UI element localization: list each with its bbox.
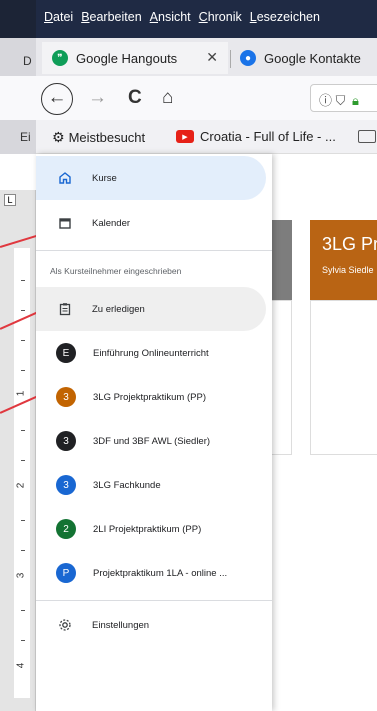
tab-label: Google Kontakte <box>264 50 361 66</box>
ruler-tick <box>21 520 25 521</box>
bookmark-croatia[interactable]: ▶ Croatia - Full of Life - ... <box>176 129 336 144</box>
drawer-item-label: Projektpraktikum 1LA - online ... <box>93 567 228 579</box>
ruler-number: 3 <box>15 572 27 579</box>
drawer-item-label: Einführung Onlineunterricht <box>93 347 209 359</box>
reload-button[interactable]: C <box>128 86 142 110</box>
section-label: Als Kursteilnehmer eingeschrieben <box>50 266 182 276</box>
drawer-item-class[interactable]: 2 2LI Projektpraktikum (PP) <box>36 507 266 551</box>
drawer-item-label: 3DF und 3BF AWL (Siedler) <box>93 435 211 447</box>
folder-icon[interactable] <box>358 130 376 143</box>
bookmarks-stub-label: Ei <box>20 130 31 144</box>
tab-stub[interactable]: D <box>0 38 36 76</box>
ruler-number: 2 <box>15 482 27 489</box>
class-avatar: P <box>56 563 76 583</box>
drawer-item-class[interactable]: 3 3LG Projektpraktikum (PP) <box>36 375 266 419</box>
class-avatar: 3 <box>56 475 76 495</box>
bookmark-label: Meistbesucht <box>68 130 146 145</box>
home-icon: ⌂ <box>162 87 174 108</box>
tab-separator <box>230 50 231 68</box>
ruler-tick <box>21 610 25 611</box>
menu-items: Datei Bearbeiten Ansicht Chronik Lesezei… <box>44 10 320 24</box>
drawer-item-label: Kalender <box>92 217 131 229</box>
calendar-icon <box>56 214 74 232</box>
drawer-item-label: Kurse <box>92 172 117 184</box>
ruler-tick <box>21 640 25 641</box>
drawer-item-label: 3LG Projektpraktikum (PP) <box>93 391 206 403</box>
course-card-body[interactable] <box>310 300 377 455</box>
contacts-icon: ● <box>240 50 256 66</box>
tab-label: Google Hangouts <box>76 50 178 66</box>
forward-button[interactable]: → <box>88 86 107 110</box>
clipboard-icon <box>56 300 74 318</box>
navigation-drawer: Kurse Kalender Als Kursteilnehmer einges… <box>36 154 272 711</box>
forward-arrow-icon: → <box>88 87 107 108</box>
site-info-icon[interactable]: ⓘ ⛉ <box>319 93 345 108</box>
drawer-divider <box>36 600 272 601</box>
home-button[interactable]: ⌂ <box>162 86 173 110</box>
drawer-item-class[interactable]: 3 3LG Fachkunde <box>36 463 266 507</box>
bookmarks-bar: Ei ⚙ Meistbesucht ▶ Croatia - Full of Li… <box>0 120 377 154</box>
tab-google-hangouts[interactable]: ❞ Google Hangouts ✕ <box>42 42 228 74</box>
ruler-tick <box>21 370 25 371</box>
tab-bar: D ❞ Google Hangouts ✕ ● Google Kontakte <box>0 38 377 76</box>
tab-stub-label: D <box>23 54 32 68</box>
close-icon[interactable]: ✕ <box>206 49 218 66</box>
ruler-tick <box>21 310 25 311</box>
ruler-tick <box>21 430 25 431</box>
reload-icon: C <box>128 87 142 108</box>
class-avatar: 3 <box>56 387 76 407</box>
menu-datei[interactable]: Datei <box>44 10 73 24</box>
bookmark-label: Croatia - Full of Life - ... <box>200 129 336 144</box>
menu-bar: Datei Bearbeiten Ansicht Chronik Lesezei… <box>0 0 377 38</box>
menu-ansicht[interactable]: Ansicht <box>150 10 191 24</box>
ruler-corner: L <box>4 194 16 206</box>
drawer-item-class[interactable]: E Einführung Onlineunterricht <box>36 331 266 375</box>
drawer-item-label: 3LG Fachkunde <box>93 479 161 491</box>
bookmarks-stub[interactable]: Ei <box>0 120 36 154</box>
drawer-item-class[interactable]: P Projektpraktikum 1LA - online ... <box>36 551 266 595</box>
ruler-tick <box>21 460 25 461</box>
drawer-item-class[interactable]: 3 3DF und 3BF AWL (Siedler) <box>36 419 266 463</box>
drawer-item-einstellungen[interactable]: Einstellungen <box>36 603 266 647</box>
lock-icon: 🔒︎ <box>352 93 359 108</box>
url-bar[interactable]: ⓘ ⛉ 🔒︎ <box>310 84 377 112</box>
menu-bar-left-strip <box>0 0 36 38</box>
menu-bearbeiten[interactable]: Bearbeiten <box>81 10 141 24</box>
vertical-ruler: L 1 2 3 4 <box>0 190 36 711</box>
menu-lesezeichen[interactable]: Lesezeichen <box>250 10 320 24</box>
gear-icon: ⚙ <box>52 129 65 145</box>
tab-google-kontakte[interactable]: ● Google Kontakte <box>232 42 377 74</box>
drawer-divider <box>36 250 272 251</box>
gear-icon <box>56 616 74 634</box>
class-avatar: 2 <box>56 519 76 539</box>
drawer-item-zu-erledigen[interactable]: Zu erledigen <box>36 287 266 331</box>
ruler-number: 1 <box>15 390 27 397</box>
drawer-item-label: 2LI Projektpraktikum (PP) <box>93 523 202 535</box>
back-arrow-icon: ← <box>47 87 67 108</box>
menu-chronik[interactable]: Chronik <box>199 10 242 24</box>
ruler-tick <box>21 340 25 341</box>
youtube-icon: ▶ <box>176 130 194 143</box>
ruler-number: 4 <box>15 662 27 669</box>
navigation-bar: ← → C ⌂ ⓘ ⛉ 🔒︎ <box>0 76 377 120</box>
class-avatar: E <box>56 343 76 363</box>
ruler-tick <box>21 550 25 551</box>
course-card-teacher: Sylvia Siedle <box>322 265 374 275</box>
back-button[interactable]: ← <box>41 83 73 115</box>
drawer-item-kalender[interactable]: Kalender <box>36 201 266 245</box>
ruler-tick <box>21 280 25 281</box>
drawer-item-label: Zu erledigen <box>92 303 145 315</box>
drawer-item-kurse[interactable]: Kurse <box>36 156 266 200</box>
hangouts-icon: ❞ <box>52 50 68 66</box>
drawer-item-label: Einstellungen <box>92 619 150 631</box>
class-avatar: 3 <box>56 431 76 451</box>
course-card-title: 3LG Pro <box>322 234 377 254</box>
bookmark-meistbesucht[interactable]: ⚙ Meistbesucht <box>52 129 145 146</box>
course-card-3lg[interactable]: 3LG Pro Sylvia Siedle <box>310 220 377 300</box>
home-icon <box>56 169 74 187</box>
